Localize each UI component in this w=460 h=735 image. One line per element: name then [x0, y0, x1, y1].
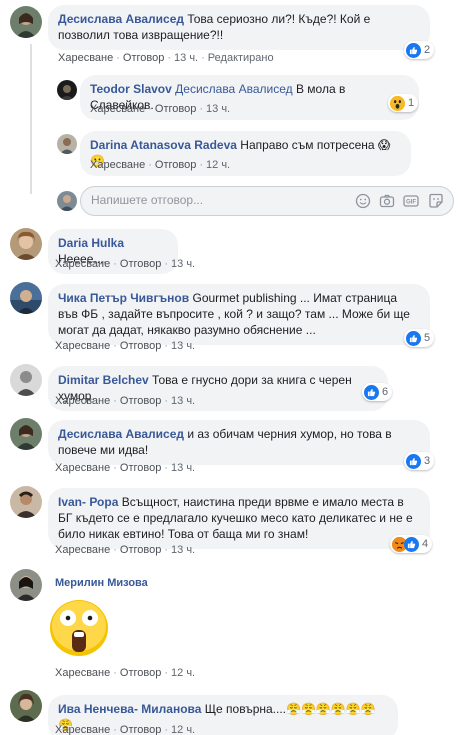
timestamp[interactable]: 13 ч.	[171, 544, 195, 556]
comment-actions: Харесване · Отговор · 12 ч.	[55, 724, 196, 735]
like-icon	[404, 536, 419, 552]
comment-actions: Харесване · Отговор · 13 ч.	[55, 258, 196, 270]
avatar[interactable]	[57, 80, 77, 100]
timestamp[interactable]: 13 ч.	[206, 103, 230, 115]
comment-author[interactable]: Чика Петър Чивгънов	[58, 291, 189, 305]
reply-box[interactable]: Напишете отговор... GIF	[80, 186, 454, 216]
comment-author[interactable]: Daria Hulka	[58, 236, 124, 250]
reply-link[interactable]: Отговор	[120, 667, 161, 679]
reaction-badge[interactable]: 1	[388, 94, 419, 112]
reaction-count: 3	[424, 455, 431, 467]
avatar[interactable]	[10, 418, 42, 450]
like-link[interactable]: Харесване	[58, 52, 113, 64]
reaction-count: 5	[424, 332, 431, 344]
comment-actions: Харесване · Отговор · 13 ч.	[90, 103, 231, 115]
reply-link[interactable]: Отговор	[120, 395, 161, 407]
like-link[interactable]: Харесване	[55, 724, 110, 735]
timestamp[interactable]: 13 ч.	[171, 258, 195, 270]
timestamp[interactable]: 13 ч.	[171, 462, 195, 474]
smiley-icon[interactable]	[355, 193, 371, 209]
reaction-badge[interactable]: 4	[390, 535, 433, 553]
mention-link[interactable]: Десислава Авалисед	[175, 82, 292, 96]
reaction-badge[interactable]: 5	[404, 329, 435, 347]
reaction-badge[interactable]: 3	[404, 452, 435, 470]
comment-actions: Харесване · Отговор · 13 ч.	[55, 340, 196, 352]
reply-link[interactable]: Отговор	[155, 103, 196, 115]
comment-actions: Харесване · Отговор · 12 ч.	[55, 667, 196, 679]
reaction-count: 2	[424, 44, 431, 56]
like-link[interactable]: Харесване	[90, 159, 145, 171]
reply-thread-line	[30, 44, 32, 194]
comment-bubble: Десислава Авалисед и аз обичам черния ху…	[48, 420, 430, 465]
comment-actions: Харесване · Отговор · 13 ч.	[55, 395, 196, 407]
comment-author[interactable]: Teodor Slavov	[90, 82, 172, 96]
reply-link[interactable]: Отговор	[155, 159, 196, 171]
reply-link[interactable]: Отговор	[123, 52, 164, 64]
comment-author[interactable]: Ivan- Рора	[58, 495, 118, 509]
comment-author[interactable]: Ива Ненчева- Миланова	[58, 702, 201, 716]
avatar[interactable]	[10, 486, 42, 518]
comment-author[interactable]: Десислава Авалисед	[58, 12, 184, 26]
comment-author[interactable]: Dimitar Belchev	[58, 373, 149, 387]
comment-author[interactable]: Darina Atanasova Radeva	[90, 138, 237, 152]
like-link[interactable]: Харесване	[55, 340, 110, 352]
comment-actions: Харесване · Отговор · 12 ч.	[90, 159, 231, 171]
avatar[interactable]	[10, 690, 42, 722]
like-link[interactable]: Харесване	[90, 103, 145, 115]
avatar[interactable]	[10, 228, 42, 260]
svg-text:GIF: GIF	[406, 200, 416, 206]
like-link[interactable]: Харесване	[55, 667, 110, 679]
comment-author[interactable]: Мерилин Мизова	[55, 577, 148, 589]
avatar[interactable]	[10, 282, 42, 314]
avatar[interactable]	[10, 6, 42, 38]
timestamp[interactable]: 13 ч.	[171, 395, 195, 407]
timestamp[interactable]: 12 ч.	[206, 159, 230, 171]
like-link[interactable]: Харесване	[55, 395, 110, 407]
comment-actions: Харесване · Отговор · 13 ч.	[55, 544, 196, 556]
like-icon	[406, 42, 421, 58]
edited-label[interactable]: Редактирано	[208, 52, 274, 64]
avatar[interactable]	[10, 364, 42, 396]
reply-link[interactable]: Отговор	[120, 258, 161, 270]
reply-input[interactable]: Напишете отговор...	[91, 193, 203, 207]
reaction-count: 4	[422, 538, 429, 550]
avatar[interactable]	[10, 569, 42, 601]
reaction-badge[interactable]: 6	[362, 383, 393, 401]
like-icon	[406, 330, 421, 346]
timestamp[interactable]: 13 ч.	[171, 340, 195, 352]
comment-actions: Харесване · Отговор · 13 ч. · Редактирано	[58, 52, 274, 64]
like-icon	[406, 453, 421, 469]
gif-icon[interactable]: GIF	[403, 193, 419, 209]
sticker-icon[interactable]	[428, 193, 444, 209]
reply-link[interactable]: Отговор	[120, 340, 161, 352]
like-link[interactable]: Харесване	[55, 462, 110, 474]
like-link[interactable]: Харесване	[55, 258, 110, 270]
timestamp[interactable]: 12 ч.	[171, 724, 195, 735]
camera-icon[interactable]	[379, 193, 395, 209]
comment-bubble: Ivan- Рора Всъщност, наистина преди врвм…	[48, 488, 430, 549]
comment-author[interactable]: Десислава Авалисед	[58, 427, 184, 441]
current-user-avatar	[57, 191, 77, 211]
wow-icon	[390, 95, 405, 111]
comment-bubble: Десислава Авалисед Това сериозно ли?! Къ…	[48, 5, 430, 50]
reply-link[interactable]: Отговор	[120, 724, 161, 735]
avatar[interactable]	[57, 134, 77, 154]
like-link[interactable]: Харесване	[55, 544, 110, 556]
reaction-count: 6	[382, 386, 389, 398]
reply-link[interactable]: Отговор	[120, 462, 161, 474]
like-icon	[364, 384, 379, 400]
reaction-count: 1	[408, 97, 415, 109]
shocked-sticker	[48, 596, 110, 658]
reaction-badge[interactable]: 2	[404, 41, 435, 59]
timestamp[interactable]: 13 ч.	[174, 52, 198, 64]
comment-bubble: Чика Петър Чивгънов Gourmet publishing .…	[48, 284, 430, 345]
comment-actions: Харесване · Отговор · 13 ч.	[55, 462, 196, 474]
timestamp[interactable]: 12 ч.	[171, 667, 195, 679]
reply-link[interactable]: Отговор	[120, 544, 161, 556]
